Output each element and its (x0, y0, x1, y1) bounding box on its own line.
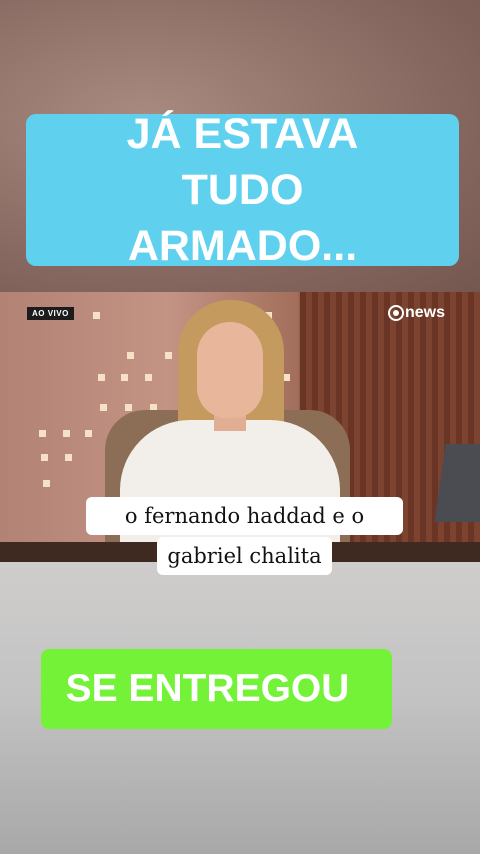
bottom-banner-text: SE ENTREGOU (65, 667, 350, 710)
subtitle-line-2: gabriel chalita (157, 537, 332, 575)
live-badge: AO VIVO (27, 307, 74, 320)
subtitle-caption: o fernando haddad e o gabriel chalita (86, 497, 403, 575)
channel-logo: news (388, 304, 445, 322)
bottom-text-banner: SE ENTREGOU (41, 649, 392, 729)
subtitle-line-1: o fernando haddad e o (86, 497, 403, 535)
top-banner-text: JÁ ESTAVA TUDO ARMADO... (126, 110, 359, 270)
presenter-face (197, 322, 263, 418)
top-text-banner: JÁ ESTAVA TUDO ARMADO... (26, 110, 459, 270)
globo-logo-icon (388, 305, 404, 321)
channel-logo-text: news (405, 304, 446, 321)
